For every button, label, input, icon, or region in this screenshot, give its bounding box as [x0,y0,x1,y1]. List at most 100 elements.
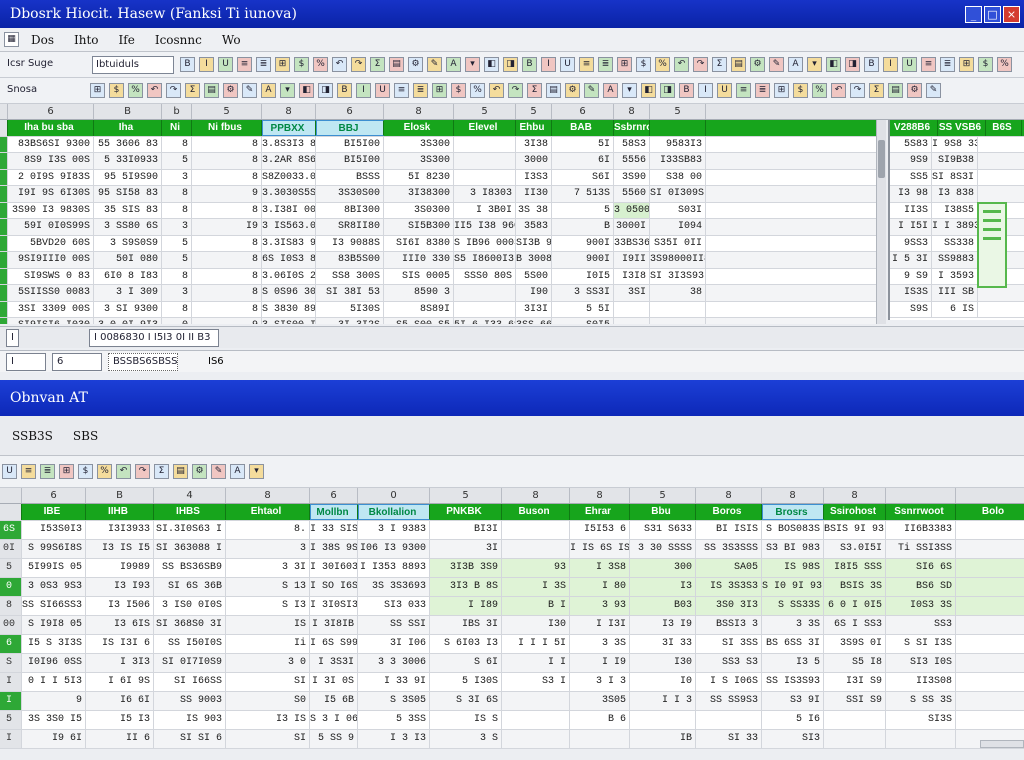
column-header[interactable]: SS VSB6 [938,120,986,136]
table-cell[interactable]: S3.0I5I [824,539,886,558]
table-cell[interactable] [454,301,516,317]
toolbar-button-icon[interactable]: Σ [370,57,385,72]
row-number[interactable]: 5 [0,558,22,577]
table-cell[interactable]: 8 [162,268,192,284]
table-cell[interactable]: 5 I6 [762,710,824,729]
column-header[interactable]: Ehtaol [226,504,310,520]
table-cell[interactable]: 3 0500 [614,202,650,218]
table-cell[interactable]: 3SS 6600 [516,318,552,324]
table-cell[interactable]: I3 838 [932,186,978,202]
table-cell[interactable]: SS9883 [932,252,978,268]
table-cell[interactable]: 5 33I0933 [94,153,162,169]
minimize-button[interactable]: _ [965,6,982,23]
table-cell[interactable]: I I I 5I [502,634,570,653]
table-cell[interactable]: II5 I38 9603 [454,219,516,235]
toolbar-button-icon[interactable]: I [356,83,371,98]
table-cell[interactable]: SS 9003 [154,691,226,710]
table-cell[interactable]: SI 38I 53 [316,285,384,301]
table-cell[interactable]: 3 3I [226,558,310,577]
table-cell[interactable]: 8 [192,136,262,152]
table-cell[interactable]: SS IS3S93 [762,672,824,691]
table-cell[interactable]: S SS33S [762,596,824,615]
toolbar-button-icon[interactable]: ≡ [579,57,594,72]
table-cell[interactable]: I0I96 0SS [22,653,86,672]
table-cell[interactable]: I33SB83 [650,153,706,169]
toolbar-button-icon[interactable]: I [883,57,898,72]
table-cell[interactable]: 3S 3S0 I5 [22,710,86,729]
table-cell[interactable]: 3 3S [762,615,824,634]
table-cell[interactable]: I I9 [570,653,630,672]
row-number[interactable] [0,202,8,218]
table-cell[interactable]: 33BS36BS [614,235,650,251]
table-cell[interactable]: SI 8S3I [932,169,978,185]
table-cell[interactable]: 8 [162,136,192,152]
toolbar-button-icon[interactable]: ◨ [503,57,518,72]
column-header[interactable]: V288B6 [890,120,938,136]
table-cell[interactable]: I38S5 [932,202,978,218]
table-cell[interactable]: S5 I8600I3 [454,252,516,268]
table-cell[interactable]: S 0S96 306 [262,285,316,301]
table-cell[interactable]: SS 3S3SSS [696,539,762,558]
table-cell[interactable]: 5556 [614,153,650,169]
table-cell[interactable]: S 3I 6S [430,691,502,710]
table-cell[interactable]: IS S [430,710,502,729]
table-cell[interactable]: 3 I 3 [570,672,630,691]
table-cell[interactable]: IB [630,729,696,748]
toolbar-button-icon[interactable]: Σ [712,57,727,72]
column-header[interactable]: Iha [94,120,162,136]
toolbar-button-icon[interactable]: B [180,57,195,72]
toolbar-button-icon[interactable]: A [446,57,461,72]
table-cell[interactable]: SR8II80 [316,219,384,235]
table-cell[interactable]: IBS 3I [430,615,502,634]
table-cell[interactable]: I 3 I3 [358,729,430,748]
table-cell[interactable]: 900I [552,252,614,268]
table-cell[interactable]: 8 [162,202,192,218]
table-cell[interactable]: B 6 [570,710,630,729]
table-cell[interactable]: SI [226,729,310,748]
toolbar-button-icon[interactable]: ≣ [598,57,613,72]
table-cell[interactable]: I0 [630,672,696,691]
column-header[interactable]: IBE [22,504,86,520]
toolbar-button-icon[interactable]: $ [636,57,651,72]
table-cell[interactable]: 0 [162,318,192,324]
sheet-nav-box[interactable]: I [6,328,19,347]
horizontal-scrollbar[interactable] [980,740,1024,748]
row-number[interactable] [0,169,8,185]
table-cell[interactable] [502,539,570,558]
table-cell[interactable]: 6 IS [932,301,978,317]
table-cell[interactable]: I 3I0SI3 3 [310,596,358,615]
column-letter[interactable]: 6 [552,104,614,119]
table-cell[interactable]: I06 I3 9300 [358,539,430,558]
table-cell[interactable]: 3 IS563.033 [262,219,316,235]
row-number[interactable] [0,153,8,169]
table-cell[interactable]: SS338 [932,235,978,251]
toolbar-button-icon[interactable]: ⊞ [59,464,74,479]
toolbar-button-icon[interactable]: % [470,83,485,98]
column-letter[interactable]: B [86,488,154,503]
column-header[interactable]: Buson [502,504,570,520]
table-cell[interactable]: 3 SS3I [552,285,614,301]
table-cell[interactable]: SI 0I309S [650,186,706,202]
table-cell[interactable]: 8 [162,301,192,317]
column-letter[interactable]: 6 [316,104,384,119]
toolbar-button-icon[interactable]: ≡ [921,57,936,72]
table-cell[interactable] [454,285,516,301]
table-cell[interactable]: 3.8S3I3 83 [262,136,316,152]
table-cell[interactable]: B03 [630,596,696,615]
toolbar-button-icon[interactable]: ≡ [736,83,751,98]
table-cell[interactable]: S35I 0II [650,235,706,251]
column-letter[interactable]: 8 [502,488,570,503]
table-cell[interactable]: I90 [516,285,552,301]
table-cell[interactable]: BI5I00 [316,153,384,169]
table-cell[interactable] [454,169,516,185]
table-cell[interactable]: BI3I [430,520,502,539]
row-number[interactable] [0,285,8,301]
toolbar-button-icon[interactable]: ◨ [318,83,333,98]
menu-item-4[interactable]: Wo [212,33,251,47]
toolbar-button-icon[interactable]: ✎ [769,57,784,72]
table-cell[interactable]: SA05 [696,558,762,577]
table-cell[interactable]: I I [502,653,570,672]
column-letter[interactable]: 6 [8,104,94,119]
toolbar-button-icon[interactable]: B [864,57,879,72]
column-letter[interactable]: 8 [614,104,650,119]
